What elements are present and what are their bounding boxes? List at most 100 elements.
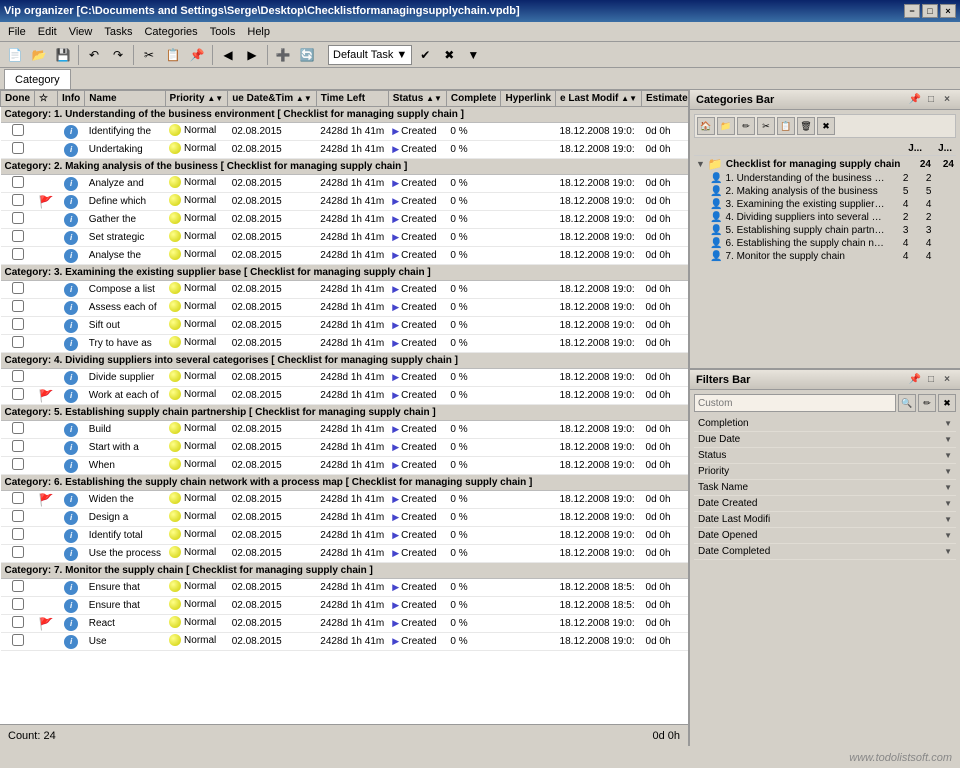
done-checkbox[interactable] [12,230,24,242]
filter-dropdown-arrow[interactable]: ▼ [944,531,952,540]
done-checkbox[interactable] [12,336,24,348]
help-button[interactable]: ▼ [462,44,484,66]
tree-child-item[interactable]: 👤 5. Establishing supply chain partnersh… [694,224,956,237]
cut-button[interactable]: ✂ [138,44,160,66]
paste-button[interactable]: 📌 [186,44,208,66]
done-checkbox[interactable] [12,142,24,154]
tree-btn-7[interactable]: ✖ [817,117,835,135]
filter-bar-float[interactable]: □ [924,373,938,387]
open-button[interactable]: 📂 [28,44,50,66]
col-lastmodif[interactable]: e Last Modif ▲▼ [556,91,642,107]
done-checkbox[interactable] [12,124,24,136]
done-checkbox[interactable] [12,634,24,646]
menu-item-tools[interactable]: Tools [204,24,242,40]
tree-child-item[interactable]: 👤 6. Establishing the supply chain netwo… [694,237,956,250]
done-checkbox[interactable] [12,212,24,224]
done-checkbox[interactable] [12,492,24,504]
filter-item[interactable]: Date Opened ▼ [694,528,956,544]
col-priority[interactable]: Priority ▲▼ [165,91,228,107]
cat-bar-float[interactable]: □ [924,93,938,107]
filter-edit-btn[interactable]: ✏ [918,394,936,412]
tree-child-item[interactable]: 👤 7. Monitor the supply chain 4 4 [694,250,956,263]
tree-btn-6[interactable]: 🗑 [797,117,815,135]
filter-bar-pin[interactable]: 📌 [908,373,922,387]
category-tab[interactable]: Category [4,69,71,89]
done-checkbox[interactable] [12,194,24,206]
done-checkbox[interactable] [12,176,24,188]
cat-bar-close[interactable]: × [940,93,954,107]
tree-btn-2[interactable]: 📁 [717,117,735,135]
filter-dropdown-arrow[interactable]: ▼ [944,547,952,556]
col-status[interactable]: Status ▲▼ [388,91,446,107]
tree-btn-3[interactable]: ✏ [737,117,755,135]
menu-item-help[interactable]: Help [241,24,276,40]
done-checkbox[interactable] [12,616,24,628]
filter-item[interactable]: Date Created ▼ [694,496,956,512]
filter-dropdown-arrow[interactable]: ▼ [944,451,952,460]
tree-btn-4[interactable]: ✂ [757,117,775,135]
back-button[interactable]: ◀ [217,44,239,66]
filter-item[interactable]: Priority ▼ [694,464,956,480]
filter-item[interactable]: Completion ▼ [694,416,956,432]
tree-btn-5[interactable]: 📋 [777,117,795,135]
menu-item-file[interactable]: File [2,24,32,40]
done-checkbox[interactable] [12,546,24,558]
tree-root-item[interactable]: ▼ 📁 Checklist for managing supply chain … [694,156,956,172]
redo-button[interactable]: ↷ [107,44,129,66]
filter-dropdown-arrow[interactable]: ▼ [944,419,952,428]
done-checkbox[interactable] [12,458,24,470]
filter-search-btn[interactable]: 🔍 [898,394,916,412]
done-checkbox[interactable] [12,510,24,522]
filter-dropdown-arrow[interactable]: ▼ [944,467,952,476]
done-checkbox[interactable] [12,580,24,592]
filter-item[interactable]: Status ▼ [694,448,956,464]
filter-clear-btn[interactable]: ✖ [938,394,956,412]
filter-item[interactable]: Due Date ▼ [694,432,956,448]
done-checkbox[interactable] [12,282,24,294]
new-button[interactable]: 📄 [4,44,26,66]
tree-child-item[interactable]: 👤 2. Making analysis of the business 5 5 [694,185,956,198]
expand-icon[interactable]: ▼ [696,159,705,169]
add-button[interactable]: ➕ [272,44,294,66]
cat-bar-pin[interactable]: 📌 [908,93,922,107]
ok-button[interactable]: ✔ [414,44,436,66]
done-checkbox[interactable] [12,598,24,610]
save-button[interactable]: 💾 [52,44,74,66]
filter-dropdown-arrow[interactable]: ▼ [944,483,952,492]
close-button[interactable]: × [940,4,956,18]
filter-dropdown-arrow[interactable]: ▼ [944,515,952,524]
col-duedate[interactable]: ue Date&Tim ▲▼ [228,91,317,107]
tree-child-item[interactable]: 👤 1. Understanding of the business envir… [694,172,956,185]
done-checkbox[interactable] [12,248,24,260]
done-checkbox[interactable] [12,440,24,452]
menu-item-tasks[interactable]: Tasks [98,24,138,40]
undo-button[interactable]: ↶ [83,44,105,66]
minimize-button[interactable]: − [904,4,920,18]
tree-child-item[interactable]: 👤 3. Examining the existing supplier bas… [694,198,956,211]
filter-item[interactable]: Date Completed ▼ [694,544,956,560]
tree-btn-1[interactable]: 🏠 [697,117,715,135]
forward-button[interactable]: ▶ [241,44,263,66]
done-checkbox[interactable] [12,370,24,382]
menu-item-edit[interactable]: Edit [32,24,63,40]
copy-button[interactable]: 📋 [162,44,184,66]
refresh-button[interactable]: 🔄 [296,44,318,66]
tree-child-item[interactable]: 👤 4. Dividing suppliers into several cat… [694,211,956,224]
done-checkbox[interactable] [12,300,24,312]
task-type-dropdown[interactable]: Default Task ▼ [328,45,412,65]
maximize-button[interactable]: □ [922,4,938,18]
filter-dropdown-arrow[interactable]: ▼ [944,435,952,444]
filter-item[interactable]: Task Name ▼ [694,480,956,496]
filter-item[interactable]: Date Last Modifi ▼ [694,512,956,528]
task-table-scroll[interactable]: Done ☆ Info Name Priority ▲▼ ue Date&Tim… [0,90,688,724]
done-checkbox[interactable] [12,528,24,540]
done-checkbox[interactable] [12,422,24,434]
filter-search-input[interactable] [694,394,896,412]
filter-dropdown-arrow[interactable]: ▼ [944,499,952,508]
filter-bar-close[interactable]: × [940,373,954,387]
menu-item-view[interactable]: View [63,24,99,40]
done-checkbox[interactable] [12,318,24,330]
cancel-button[interactable]: ✖ [438,44,460,66]
menu-item-categories[interactable]: Categories [138,24,203,40]
done-checkbox[interactable] [12,388,24,400]
